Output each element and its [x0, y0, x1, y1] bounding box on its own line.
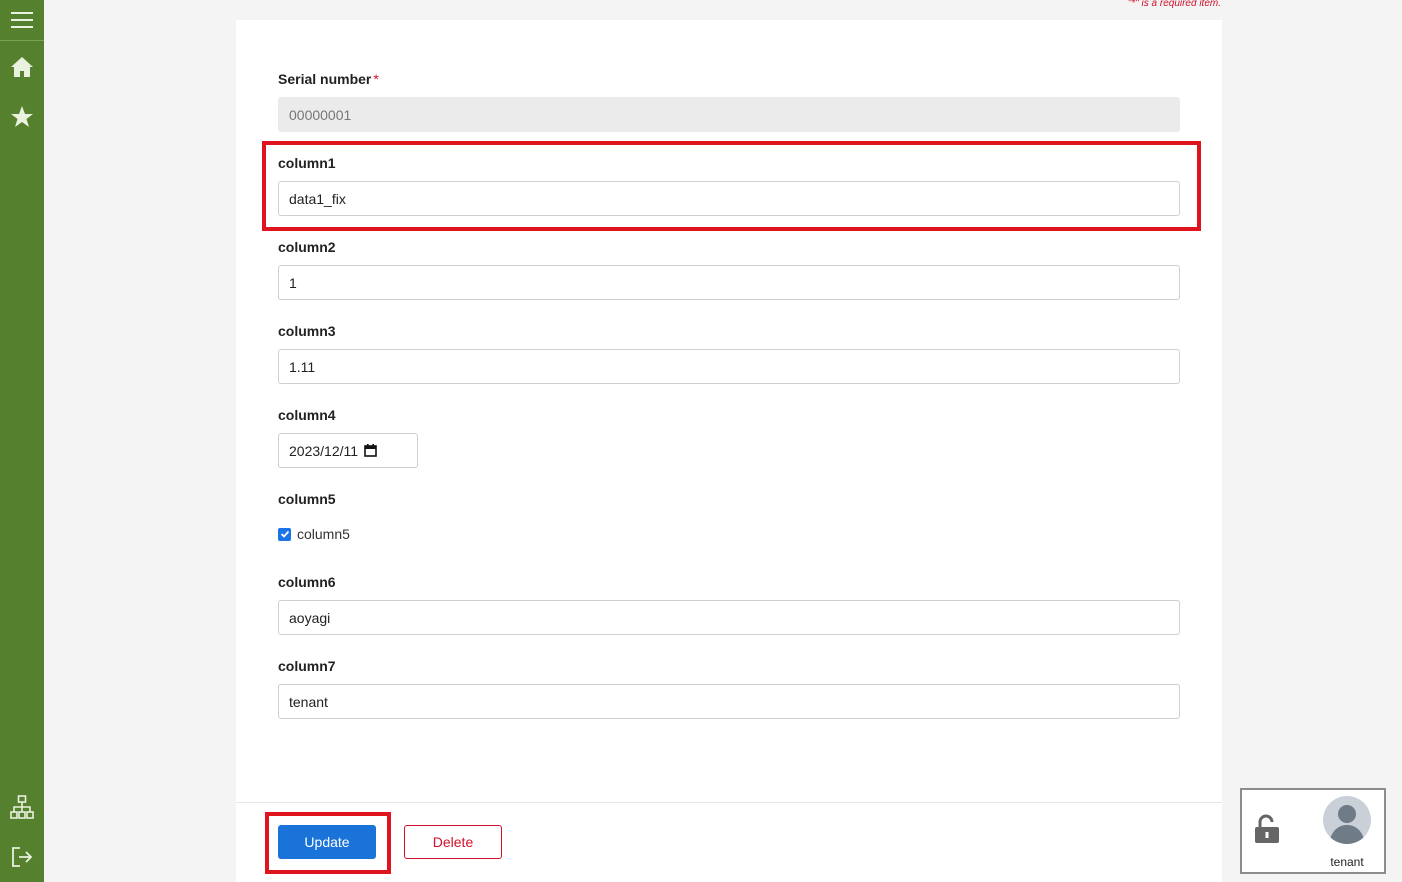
form-card: Serial number * 00000001 column1 data1_fi… — [236, 20, 1222, 882]
logout-button[interactable] — [0, 837, 44, 877]
column2-input[interactable]: 1 — [278, 265, 1180, 300]
menu-button[interactable] — [0, 0, 44, 41]
column6-input[interactable]: aoyagi — [278, 600, 1180, 635]
column4-date-input[interactable]: 2023/12/11 — [278, 433, 418, 468]
column3-value: 1.11 — [289, 358, 316, 375]
column2-value: 1 — [289, 274, 297, 291]
user-name: tenant — [1330, 855, 1364, 869]
serial-number-field: 00000001 — [278, 97, 1180, 132]
required-mark: * — [373, 71, 379, 87]
column1-label: column1 — [278, 155, 336, 171]
user-icon — [1329, 805, 1365, 844]
star-icon — [11, 106, 33, 127]
footer-divider — [236, 802, 1222, 803]
checkmark-icon — [280, 530, 289, 538]
column5-checkbox[interactable] — [278, 527, 291, 541]
home-button[interactable] — [0, 47, 44, 87]
delete-button[interactable]: Delete — [404, 825, 502, 859]
column6-label: column6 — [278, 574, 336, 590]
column3-label: column3 — [278, 323, 336, 339]
required-note: "*" is a required item. — [1127, 0, 1221, 9]
column5-checkbox-row[interactable]: column5 — [278, 526, 350, 542]
column7-input[interactable]: tenant — [278, 684, 1180, 719]
column7-value: tenant — [289, 693, 328, 710]
menu-icon — [11, 12, 33, 28]
column1-value: data1_fix — [289, 190, 346, 207]
column1-input[interactable]: data1_fix — [278, 181, 1180, 216]
update-button[interactable]: Update — [278, 825, 376, 859]
column3-input[interactable]: 1.11 — [278, 349, 1180, 384]
avatar[interactable] — [1323, 796, 1371, 844]
favorites-button[interactable] — [0, 97, 44, 137]
sidebar — [0, 0, 44, 882]
serial-number-value: 00000001 — [289, 106, 352, 123]
sitemap-button[interactable] — [0, 787, 44, 827]
user-panel: tenant — [1240, 788, 1386, 874]
column2-label: column2 — [278, 239, 336, 255]
column5-checkbox-label: column5 — [297, 526, 350, 542]
column4-label: column4 — [278, 407, 336, 423]
column4-value: 2023/12/11 — [289, 442, 359, 459]
calendar-icon[interactable] — [364, 444, 377, 457]
sitemap-icon — [10, 795, 34, 819]
column6-value: aoyagi — [289, 609, 331, 626]
unlock-icon[interactable] — [1254, 814, 1280, 844]
column7-label: column7 — [278, 658, 336, 674]
home-icon — [11, 57, 33, 77]
column5-label: column5 — [278, 491, 336, 507]
logout-icon — [12, 847, 33, 867]
serial-number-label: Serial number * — [278, 71, 379, 87]
